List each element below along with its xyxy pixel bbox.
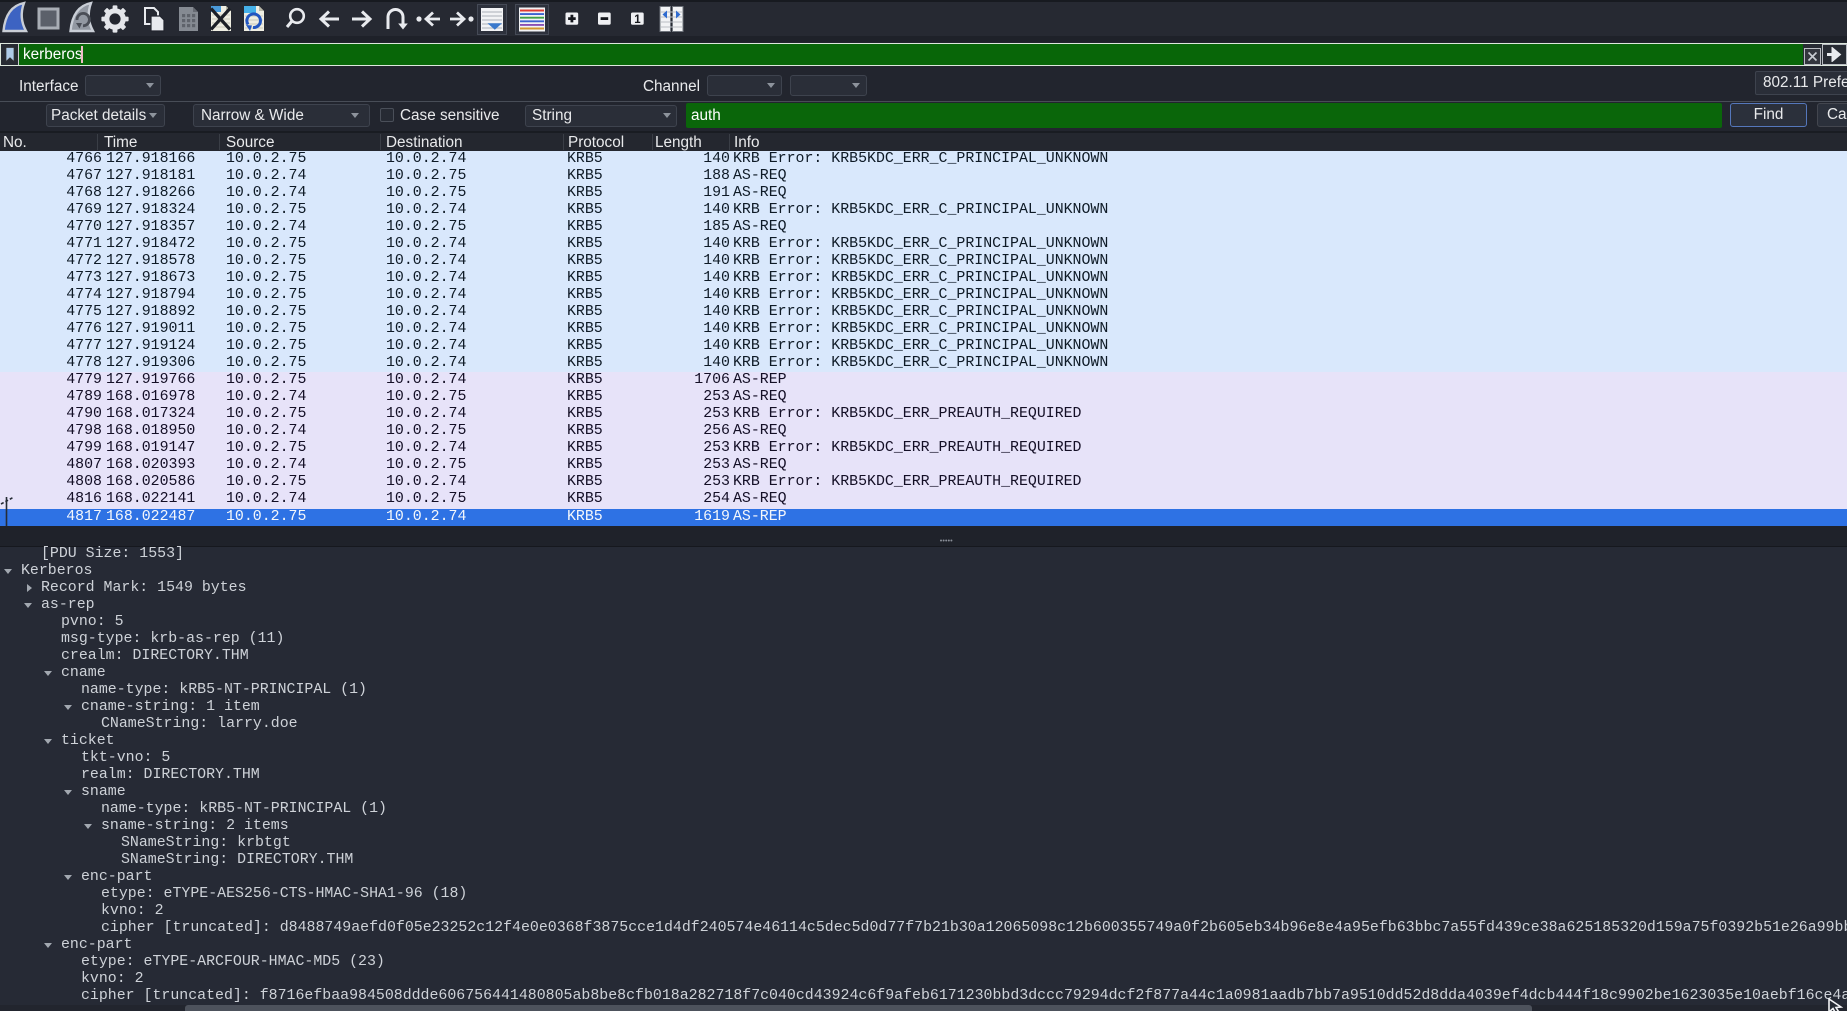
svg-text:1: 1 bbox=[634, 14, 641, 26]
